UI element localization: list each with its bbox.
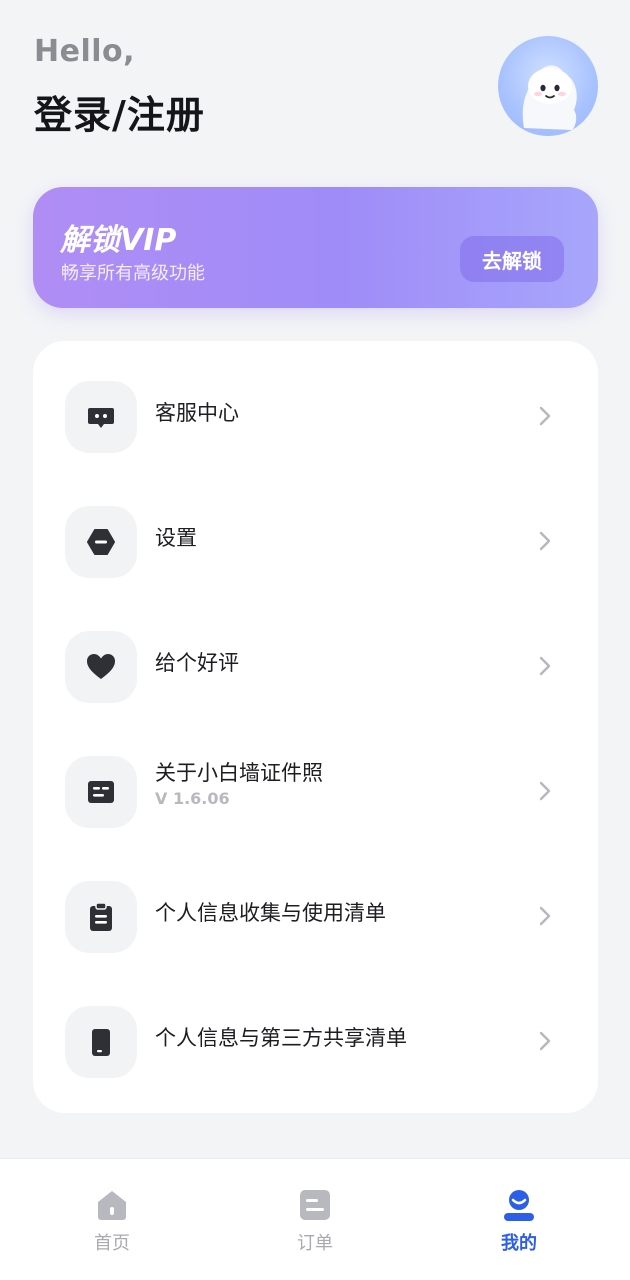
menu-item-about[interactable]: 关于小白墙证件照 V 1.6.06 [33,736,598,846]
menu-item-label: 客服中心 [155,401,239,425]
app-version: V 1.6.06 [155,789,230,808]
login-register-link[interactable]: 登录/注册 [34,84,205,139]
menu-item-personal-info-list[interactable]: 个人信息收集与使用清单 [33,861,598,971]
unlock-vip-button[interactable]: 去解锁 [460,236,564,282]
vip-subtitle: 畅享所有高级功能 [61,263,205,284]
menu-item-settings[interactable]: 设置 [33,486,598,596]
menu-item-third-party-share-list[interactable]: 个人信息与第三方共享清单 [33,986,598,1096]
about-card-icon [65,756,137,828]
profile-icon [504,1190,534,1221]
chevron-right-icon [539,906,551,926]
home-icon [98,1191,126,1220]
chevron-right-icon [539,531,551,551]
profile-page: Hello, 登录/注册 解锁VIP 畅享所有高级功能 去解锁 客服中心 设置 … [0,0,630,1280]
menu-item-label: 给个好评 [155,651,239,675]
customer-service-icon [65,381,137,453]
phone-icon [65,1006,137,1078]
chevron-right-icon [539,781,551,801]
mascot-avatar-icon[interactable] [498,36,598,136]
tab-profile[interactable]: 我的 [459,1183,579,1263]
order-icon [300,1190,330,1220]
vip-banner[interactable]: 解锁VIP 畅享所有高级功能 去解锁 [33,187,598,308]
menu-card: 客服中心 设置 给个好评 关于小白墙证件照 V 1.6.06 个人信息收集与使用… [33,341,598,1113]
clipboard-icon [65,881,137,953]
chevron-right-icon [539,1031,551,1051]
tab-label: 订单 [297,1233,333,1254]
menu-item-customer-service[interactable]: 客服中心 [33,361,598,471]
greeting-text: Hello, [34,34,136,69]
menu-item-rate-us[interactable]: 给个好评 [33,611,598,721]
tab-label: 首页 [94,1233,130,1254]
tab-label: 我的 [501,1233,537,1254]
vip-title: 解锁VIP [60,223,177,258]
chevron-right-icon [539,656,551,676]
menu-item-label: 设置 [155,526,197,550]
tab-orders[interactable]: 订单 [255,1183,375,1263]
heart-icon [65,631,137,703]
chevron-right-icon [539,406,551,426]
tab-home[interactable]: 首页 [52,1183,172,1263]
bottom-tab-bar: 首页 订单 我的 [0,1158,630,1280]
menu-item-label: 个人信息收集与使用清单 [155,901,386,925]
menu-item-label: 关于小白墙证件照 [155,761,323,785]
menu-item-label: 个人信息与第三方共享清单 [155,1026,407,1050]
settings-icon [65,506,137,578]
